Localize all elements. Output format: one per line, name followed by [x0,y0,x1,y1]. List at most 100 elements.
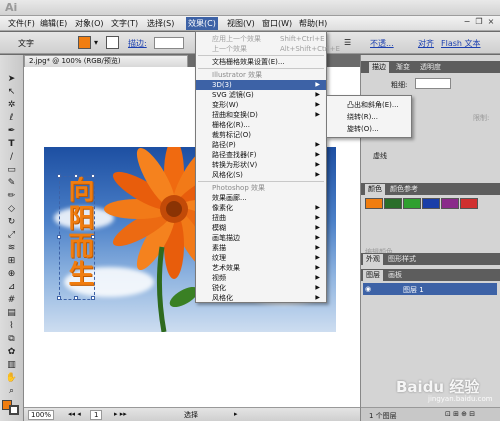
handle-left[interactable] [57,235,61,239]
selection-tool-icon[interactable]: ➤ [3,73,20,85]
rotate-tool-icon[interactable]: ↻ [3,216,20,228]
effect-menu-item[interactable]: 模糊 ▶ [196,223,326,233]
layer-row[interactable]: ◉ 图层 1 [363,283,497,295]
direct-selection-tool-icon[interactable]: ↖ [3,86,20,98]
tab-color[interactable]: 颜色 [365,184,385,195]
fill-swatch[interactable] [78,36,91,49]
menu-file[interactable]: 文件(F) [6,17,37,30]
document-tab[interactable]: 2.jpg* @ 100% (RGB/预览) [24,55,188,67]
zoom-level[interactable]: 100% [28,410,55,420]
tab-layers[interactable]: 图层 [363,270,383,281]
color-swatch[interactable] [422,198,440,209]
tab-transparency[interactable]: 透明度 [417,62,444,73]
eyedropper-tool-icon[interactable]: ⌇ [3,320,20,332]
page-number[interactable]: 1 [90,410,103,420]
effect-menu-item[interactable]: 像素化 ▶ [196,203,326,213]
magic-wand-tool-icon[interactable]: ✲ [3,99,20,111]
tab-appearance[interactable]: 外观 [363,254,383,265]
hand-tool-icon[interactable]: ✋ [3,372,20,384]
blend-tool-icon[interactable]: ⧉ [3,333,20,345]
status-arrow-icon[interactable]: ▸ [234,410,238,418]
page-next-icon[interactable]: ▸ ▸▸ [114,410,127,418]
handle-bottom-right[interactable] [91,296,95,300]
tab-stroke[interactable]: 描边 [369,62,389,73]
effect-menu-item[interactable]: 风格化(S) ▶ [196,170,326,180]
effect-menu-item[interactable]: 效果画廊... [196,193,326,203]
restore-icon[interactable]: ❐ [474,17,484,27]
submenu-3d-item[interactable]: 旋转(O)... [327,124,411,134]
handle-bottom[interactable] [74,296,78,300]
dashed-line-label[interactable]: 虚线 [373,151,387,161]
color-swatch[interactable] [403,198,421,209]
effect-menu-item[interactable]: 裁剪标记(O) [196,130,326,140]
minimize-icon[interactable]: − [462,17,472,27]
tab-graphic-styles[interactable]: 图形样式 [385,254,419,265]
menu-help[interactable]: 帮助(H) [297,17,329,30]
pencil-tool-icon[interactable]: ✏ [3,190,20,202]
submenu-3d-item[interactable]: 凸出和斜角(E)... [327,100,411,110]
effect-menu-item[interactable]: 3D(3) ▶ [196,80,326,90]
effect-menu-item[interactable]: 视频 ▶ [196,273,326,283]
free-transform-tool-icon[interactable]: ⊞ [3,255,20,267]
visibility-eye-icon[interactable]: ◉ [365,285,371,293]
effect-menu-item[interactable]: 扭曲和变换(D) ▶ [196,110,326,120]
color-swatch[interactable] [384,198,402,209]
effect-menu-item[interactable]: 转换为形状(V) ▶ [196,160,326,170]
weight-field[interactable] [415,78,451,89]
menu-type[interactable]: 文字(T) [109,17,140,30]
warp-tool-icon[interactable]: ≋ [3,242,20,254]
color-swatch[interactable] [365,198,383,209]
layer-action-icons[interactable]: ⊡ ⊞ ⊕ ⊟ [445,410,475,418]
page-prev-icon[interactable]: ◂◂ ◂ [68,410,81,418]
lasso-tool-icon[interactable]: ℓ [3,112,20,124]
symbol-sprayer-tool-icon[interactable]: ✿ [3,346,20,358]
effect-menu-item[interactable]: 文档栅格效果设置(E)... [196,57,326,67]
rectangle-tool-icon[interactable]: ▭ [3,164,20,176]
menu-object[interactable]: 对象(O) [73,17,106,30]
tab-color-guide[interactable]: 颜色参考 [387,184,421,195]
scale-tool-icon[interactable]: ⤢ [3,229,20,241]
menu-window[interactable]: 窗口(W) [260,17,294,30]
effect-menu-item[interactable]: 变形(W) ▶ [196,100,326,110]
stroke-swatch[interactable] [106,36,119,49]
tab-gradient[interactable]: 渐变 [393,62,413,73]
submenu-3d-item[interactable]: 绕转(R)... [327,112,411,122]
fill-dropdown-icon[interactable]: ▾ [94,38,98,47]
effect-menu-item[interactable]: 路径(P) ▶ [196,140,326,150]
effect-menu-item[interactable]: 画笔描边 ▶ [196,233,326,243]
tool-stroke-swatch[interactable] [9,405,19,415]
stroke-weight-field[interactable] [154,37,184,49]
menu-edit[interactable]: 编辑(E) [38,17,69,30]
color-swatch[interactable] [441,198,459,209]
flash-text-link[interactable]: Flash 文本 [441,38,481,49]
paintbrush-tool-icon[interactable]: ✎ [3,177,20,189]
layer-name[interactable]: 图层 1 [403,285,424,295]
type-tool-icon[interactable]: T [3,138,20,150]
handle-top-left[interactable] [57,174,61,178]
menu-effect[interactable]: 效果(C) [186,17,218,30]
graph-tool-icon[interactable]: ▥ [3,359,20,371]
style-icon[interactable]: ☰ [344,38,351,47]
pen-tool-icon[interactable]: ✒ [3,125,20,137]
tab-artboards[interactable]: 画板 [385,270,405,281]
stroke-label[interactable]: 描边: [128,38,147,49]
line-tool-icon[interactable]: ∕ [3,151,20,163]
handle-bottom-left[interactable] [57,296,61,300]
mesh-tool-icon[interactable]: # [3,294,20,306]
effect-menu-item[interactable]: 纹理 ▶ [196,253,326,263]
menu-view[interactable]: 视图(V) [225,17,257,30]
color-swatch[interactable] [460,198,478,209]
effect-menu-item[interactable]: SVG 滤镜(G) ▶ [196,90,326,100]
menu-select[interactable]: 选择(S) [145,17,176,30]
eraser-tool-icon[interactable]: ◇ [3,203,20,215]
handle-right[interactable] [91,235,95,239]
align-link[interactable]: 对齐 [418,38,434,49]
handle-top[interactable] [74,174,78,178]
gradient-tool-icon[interactable]: ▤ [3,307,20,319]
perspective-grid-tool-icon[interactable]: ⊿ [3,281,20,293]
effect-menu-item[interactable]: 素描 ▶ [196,243,326,253]
effect-menu-item[interactable]: 艺术效果 ▶ [196,263,326,273]
opacity-link[interactable]: 不透... [370,38,394,49]
handle-top-right[interactable] [91,174,95,178]
effect-menu-item[interactable]: 锐化 ▶ [196,283,326,293]
